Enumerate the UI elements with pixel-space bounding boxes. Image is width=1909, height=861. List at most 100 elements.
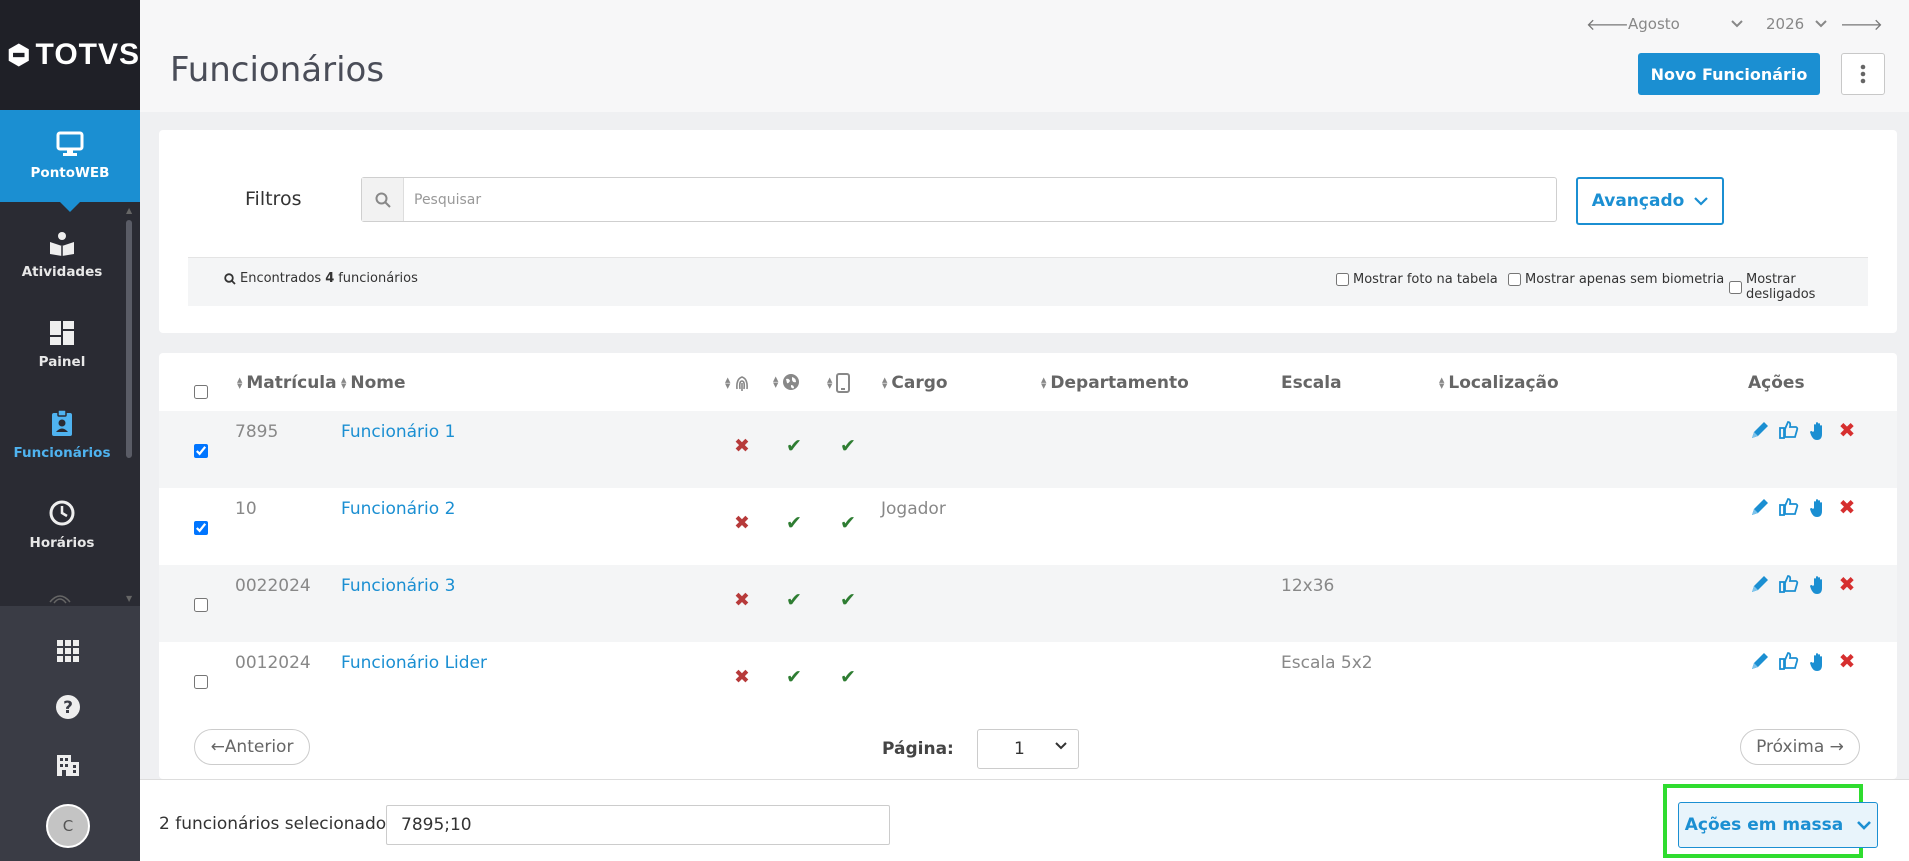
sidebar-scrollbar[interactable]: ▲ ▼ xyxy=(124,206,132,603)
employees-table: ▲ ▼ Matrícula ▲ ▼ Nome ▲ ▼ ▲ ▼ ▲ ▼ ▲ ▼ Cargo ▲ ▼ De… xyxy=(159,353,1897,779)
col-web[interactable]: ▲ ▼ xyxy=(773,373,800,391)
mobile-ok-icon: ✔ xyxy=(840,512,856,534)
edit-icon[interactable] xyxy=(1749,573,1771,595)
totvs-logo[interactable]: TOTVS xyxy=(0,0,140,110)
mass-actions-label: Ações em massa xyxy=(1684,815,1844,835)
help-icon[interactable]: ? xyxy=(54,693,82,721)
filter-summary-bar: Encontrados 4 funcionários Mostrar foto … xyxy=(188,257,1868,306)
web-ok-icon: ✔ xyxy=(786,512,802,534)
next-page-button[interactable]: Próxima → xyxy=(1740,729,1860,765)
show-dismissed-option[interactable]: Mostrar desligados xyxy=(1729,272,1868,302)
sort-icon: ▲ ▼ xyxy=(725,376,731,390)
nav-painel[interactable]: Painel xyxy=(0,300,124,390)
more-options-button[interactable] xyxy=(1841,53,1885,95)
nav-horarios[interactable]: Horários xyxy=(0,480,124,570)
new-employee-button[interactable]: Novo Funcionário xyxy=(1638,53,1820,95)
cell-matricula: 0022024 xyxy=(235,576,311,596)
search-input[interactable] xyxy=(404,191,1504,208)
page-select[interactable]: 1 xyxy=(977,729,1079,769)
search-box xyxy=(361,177,1557,222)
employee-name-link[interactable]: Funcionário Lider xyxy=(341,653,487,673)
hand-icon[interactable] xyxy=(1807,574,1829,596)
found-count: 4 xyxy=(325,271,335,286)
nav-pontoweb[interactable]: PontoWEB xyxy=(0,110,140,212)
year-chevron-icon[interactable] xyxy=(1814,19,1828,29)
col-mobile[interactable]: ▲ ▼ xyxy=(827,373,851,393)
edit-icon[interactable] xyxy=(1749,650,1771,672)
hand-icon[interactable] xyxy=(1807,420,1829,442)
delete-icon[interactable]: ✖ xyxy=(1836,495,1858,519)
sort-icon: ▲ ▼ xyxy=(882,376,888,390)
mass-actions-button[interactable]: Ações em massa xyxy=(1678,802,1878,848)
show-photo-checkbox[interactable] xyxy=(1336,273,1349,286)
no-biometrics-checkbox[interactable] xyxy=(1508,273,1521,286)
col-escala: Escala xyxy=(1281,373,1342,393)
approve-icon[interactable] xyxy=(1778,573,1800,595)
select-all-checkbox[interactable] xyxy=(194,385,208,399)
employee-name-link[interactable]: Funcionário 3 xyxy=(341,576,455,596)
filter-panel: Filtros Avançado Encontrados 4 funcionár… xyxy=(159,130,1897,333)
nav-pontoweb-label: PontoWEB xyxy=(30,165,110,181)
no-biometrics-option[interactable]: Mostrar apenas sem biometria xyxy=(1508,272,1724,287)
next-month-icon[interactable]: 🡒 xyxy=(1840,14,1883,34)
cell-matricula: 7895 xyxy=(235,422,279,442)
employee-name-link[interactable]: Funcionário 2 xyxy=(341,499,455,519)
chevron-down-icon xyxy=(1857,821,1872,830)
delete-icon[interactable]: ✖ xyxy=(1836,649,1858,673)
dashboard-icon xyxy=(50,321,74,345)
selected-ids-input[interactable] xyxy=(386,805,890,845)
col-biometria[interactable]: ▲ ▼ xyxy=(725,373,750,393)
scroll-up-icon[interactable]: ▲ xyxy=(126,206,132,215)
approve-icon[interactable] xyxy=(1778,650,1800,672)
edit-icon[interactable] xyxy=(1749,496,1771,518)
col-nome[interactable]: ▲ ▼ Nome xyxy=(341,373,406,393)
building-icon[interactable] xyxy=(54,751,82,779)
hand-icon[interactable] xyxy=(1807,497,1829,519)
approve-icon[interactable] xyxy=(1778,496,1800,518)
results-count: Encontrados 4 funcionários xyxy=(224,271,418,286)
page-header: Funcionários 🡐 Agosto 2026 🡒 Novo Funcio… xyxy=(140,0,1909,112)
nav-funcionarios[interactable]: Funcionários xyxy=(0,390,124,480)
col-matricula[interactable]: ▲ ▼ Matrícula xyxy=(237,373,337,393)
hand-icon[interactable] xyxy=(1807,651,1829,673)
cell-matricula: 10 xyxy=(235,499,257,519)
row-checkbox[interactable] xyxy=(194,521,208,535)
col-cargo[interactable]: ▲ ▼ Cargo xyxy=(882,373,948,393)
show-photo-option[interactable]: Mostrar foto na tabela xyxy=(1336,272,1498,287)
mobile-ok-icon: ✔ xyxy=(840,435,856,457)
employee-name-link[interactable]: Funcionário 1 xyxy=(341,422,455,442)
web-ok-icon: ✔ xyxy=(786,666,802,688)
nav-painel-label: Painel xyxy=(38,354,86,370)
sort-icon: ▲ ▼ xyxy=(341,376,347,390)
advanced-filter-button[interactable]: Avançado xyxy=(1576,177,1724,225)
col-departamento[interactable]: ▲ ▼ Departamento xyxy=(1041,373,1189,393)
cell-cargo: Jogador xyxy=(881,499,946,519)
approve-icon[interactable] xyxy=(1778,419,1800,441)
scroll-down-icon[interactable]: ▼ xyxy=(126,594,132,603)
biometry-missing-icon: ✖ xyxy=(734,666,750,688)
row-checkbox[interactable] xyxy=(194,444,208,458)
scroll-thumb[interactable] xyxy=(126,220,132,458)
selected-count-text: 2 funcionários selecionados xyxy=(159,814,395,834)
globe-icon xyxy=(783,374,800,390)
apps-grid-icon[interactable] xyxy=(54,637,82,665)
delete-icon[interactable]: ✖ xyxy=(1836,418,1858,442)
col-localizacao[interactable]: ▲ ▼ Localização xyxy=(1439,373,1559,393)
show-dismissed-checkbox[interactable] xyxy=(1729,280,1742,294)
user-avatar[interactable]: C xyxy=(46,804,90,848)
year-select[interactable]: 2026 xyxy=(1766,15,1814,33)
month-select[interactable]: Agosto xyxy=(1628,15,1718,33)
nav-atividades[interactable]: Atividades xyxy=(0,210,124,300)
edit-icon[interactable] xyxy=(1749,419,1771,441)
month-chevron-icon[interactable] xyxy=(1730,19,1744,29)
cell-escala: 12x36 xyxy=(1281,576,1335,596)
period-selector: 🡐 Agosto 2026 🡒 xyxy=(1586,14,1883,34)
sort-icon: ▲ ▼ xyxy=(827,376,833,390)
cell-escala: Escala 5x2 xyxy=(1281,653,1373,673)
cell-matricula: 0012024 xyxy=(235,653,311,673)
row-checkbox[interactable] xyxy=(194,598,208,612)
previous-page-button[interactable]: ←Anterior xyxy=(194,729,310,765)
delete-icon[interactable]: ✖ xyxy=(1836,572,1858,596)
prev-month-icon[interactable]: 🡐 xyxy=(1586,14,1629,34)
row-checkbox[interactable] xyxy=(194,675,208,689)
